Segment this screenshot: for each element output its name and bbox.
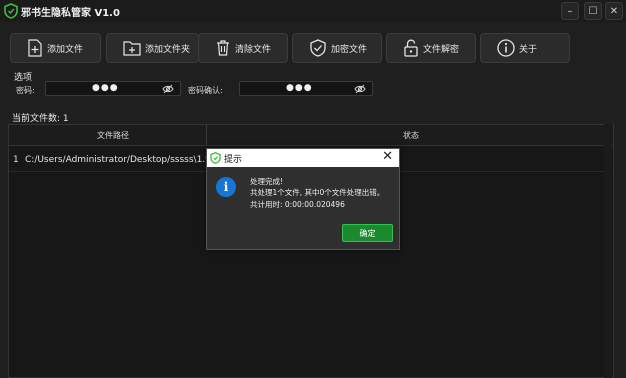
- about-button[interactable]: 关于: [480, 33, 570, 63]
- close-button[interactable]: ✕: [605, 2, 623, 20]
- dialog-close-icon[interactable]: ✕: [382, 149, 393, 164]
- window-title: 邪书生隐私管家 V1.0: [21, 8, 120, 19]
- shield-check-icon: [310, 39, 326, 57]
- shield-logo-icon: [4, 3, 18, 19]
- column-divider[interactable]: [206, 125, 207, 146]
- column-header-status[interactable]: 状态: [403, 130, 419, 141]
- confirm-password-field[interactable]: ●●●: [239, 81, 373, 96]
- decrypt-files-button[interactable]: 文件解密: [386, 33, 476, 63]
- maximize-button[interactable]: ☐: [584, 2, 602, 20]
- info-circle-icon: [497, 39, 515, 57]
- dialog-title: 提示: [224, 155, 243, 165]
- message-dialog: 提示 ✕ i 处理完成! 共处理1个文件, 其中0个文件处理出错。 共计用时: …: [206, 148, 400, 250]
- minimize-icon: –: [567, 5, 573, 17]
- vertical-scrollbar[interactable]: [604, 124, 612, 378]
- dialog-message-line-3: 共计用时: 0:00:00.020496: [250, 200, 345, 209]
- ok-button[interactable]: 确定: [342, 224, 393, 242]
- options-section-title: 选项: [14, 73, 33, 83]
- add-folder-button[interactable]: 添加文件夹: [106, 33, 199, 63]
- confirm-password-label: 密码确认:: [188, 86, 223, 95]
- shield-logo-icon: [210, 152, 221, 164]
- unlock-icon: [404, 39, 418, 57]
- info-icon: i: [216, 177, 236, 197]
- clear-files-button[interactable]: 清除文件: [198, 33, 288, 63]
- row-index: 1: [13, 155, 19, 165]
- minimize-button[interactable]: –: [561, 2, 579, 20]
- add-file-button[interactable]: 添加文件: [10, 33, 101, 63]
- add-file-label: 添加文件: [47, 44, 84, 55]
- password-value: ●●●: [92, 83, 119, 93]
- table-row-path-cell[interactable]: C:/Users/Administrator/Desktop/sssss\1.t…: [25, 155, 218, 165]
- trash-icon: [217, 40, 229, 56]
- decrypt-files-label: 文件解密: [423, 44, 460, 55]
- encrypt-files-button[interactable]: 加密文件: [292, 33, 382, 63]
- maximize-icon: ☐: [588, 5, 598, 17]
- confirm-password-value: ●●●: [286, 83, 313, 93]
- dialog-header: 提示 ✕: [207, 149, 399, 167]
- column-header-path[interactable]: 文件路径: [97, 130, 129, 141]
- password-field[interactable]: ●●●: [45, 81, 181, 96]
- about-label: 关于: [519, 44, 538, 55]
- eye-slash-icon[interactable]: [354, 84, 366, 94]
- title-bar: 邪书生隐私管家 V1.0 – ☐ ✕: [0, 0, 626, 22]
- clear-files-label: 清除文件: [235, 44, 272, 55]
- dialog-message-line-2: 共处理1个文件, 其中0个文件处理出错。: [250, 188, 385, 197]
- add-folder-label: 添加文件夹: [145, 44, 191, 55]
- file-count-label: 当前文件数: 1: [12, 114, 69, 124]
- table-header: 文件路径 状态: [9, 125, 613, 146]
- add-file-icon: [28, 39, 42, 57]
- password-label: 密码:: [16, 86, 35, 95]
- eye-slash-icon[interactable]: [162, 84, 174, 94]
- add-folder-icon: [123, 41, 141, 56]
- close-icon: ✕: [609, 5, 619, 17]
- encrypt-files-label: 加密文件: [331, 44, 368, 55]
- dialog-message-line-1: 处理完成!: [250, 177, 284, 186]
